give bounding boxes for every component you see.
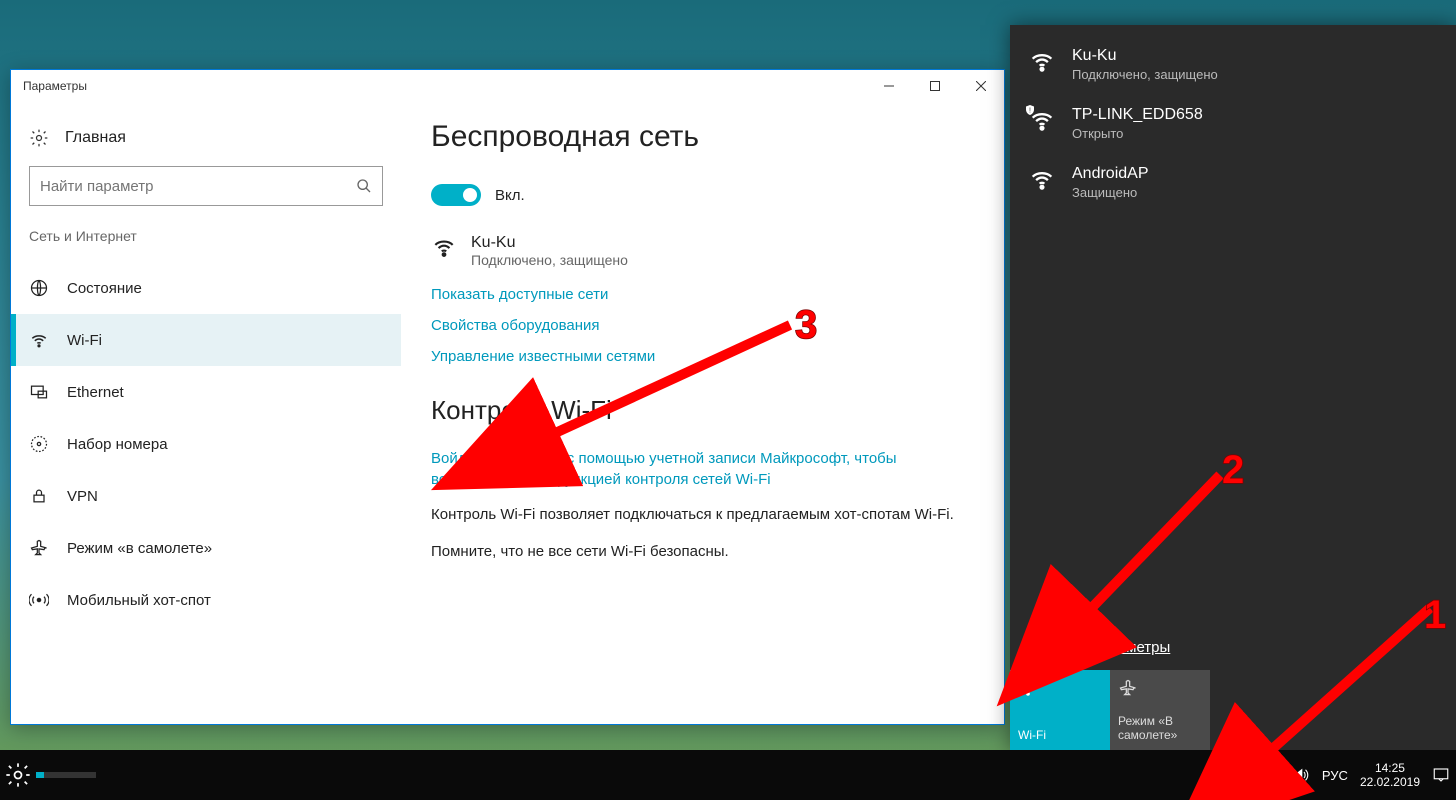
nav-label: Wi-Fi (67, 332, 102, 349)
wifi-icon (1028, 47, 1056, 75)
close-button[interactable] (958, 70, 1004, 102)
gear-icon (29, 128, 49, 148)
battery-icon[interactable] (1232, 766, 1250, 784)
network-settings-link[interactable]: Сетевые параметры (1010, 639, 1456, 670)
quick-action-tiles: Wi-Fi Режим «В самолете» (1010, 670, 1456, 750)
nav-dialup[interactable]: Набор номера (11, 418, 401, 470)
network-name: Ku-Ku (1072, 47, 1218, 65)
nav-airplane[interactable]: Режим «в самолете» (11, 522, 401, 574)
toggle-state-label: Вкл. (495, 187, 525, 204)
link-show-networks[interactable]: Показать доступные сети (431, 286, 974, 303)
wifi-open-icon: ! (1028, 106, 1056, 134)
airplane-icon (29, 538, 49, 558)
text-control2: Помните, что не все сети Wi-Fi безопасны… (431, 541, 974, 562)
settings-content: Беспроводная сеть Вкл. Ku-Ku Подключено,… (401, 102, 1004, 724)
search-icon (356, 178, 372, 194)
home-label: Главная (65, 129, 126, 147)
wifi-toggle[interactable] (431, 184, 481, 206)
nav-ethernet[interactable]: Ethernet (11, 366, 401, 418)
settings-sidebar: Главная Сеть и Интернет Состояние Wi-Fi … (11, 102, 401, 724)
globe-icon (29, 278, 49, 298)
network-item[interactable]: Ku-Ku Подключено, защищено (1010, 35, 1456, 94)
link-manage-known[interactable]: Управление известными сетями (431, 348, 974, 365)
taskbar-settings-icon[interactable] (4, 761, 32, 789)
network-item[interactable]: AndroidAP Защищено (1010, 153, 1456, 212)
nav-wifi[interactable]: Wi-Fi (11, 314, 401, 366)
nav-hotspot[interactable]: Мобильный хот-спот (11, 574, 401, 626)
window-title: Параметры (23, 79, 87, 93)
nav-label: Режим «в самолете» (67, 540, 212, 557)
minimize-button[interactable] (866, 70, 912, 102)
tile-label: Wi-Fi (1018, 728, 1102, 742)
search-input[interactable] (40, 178, 322, 195)
ethernet-icon (29, 382, 49, 402)
search-box[interactable] (29, 166, 383, 206)
text-control1: Контроль Wi-Fi позволяет подключаться к … (431, 504, 974, 525)
network-list: Ku-Ku Подключено, защищено ! TP-LINK_EDD6… (1010, 25, 1456, 639)
network-status: Подключено, защищено (1072, 67, 1218, 82)
link-signin[interactable]: Войдите в систему с помощью учетной запи… (431, 448, 974, 490)
vpn-icon (29, 486, 49, 506)
current-network-name: Ku-Ku (471, 234, 628, 252)
airplane-icon (1118, 678, 1138, 698)
section-header: Сеть и Интернет (11, 228, 401, 262)
wifi-icon (1018, 678, 1038, 698)
network-name: AndroidAP (1072, 165, 1149, 183)
nav-label: Ethernet (67, 384, 124, 401)
volume-icon[interactable] (1292, 766, 1310, 784)
link-hardware-props[interactable]: Свойства оборудования (431, 317, 974, 334)
nav-label: VPN (67, 488, 98, 505)
wifi-icon (29, 330, 49, 350)
clock-time: 14:25 (1360, 761, 1420, 775)
wifi-icon (1028, 165, 1056, 193)
wifi-tray-icon[interactable] (1262, 766, 1280, 784)
network-name: TP-LINK_EDD658 (1072, 106, 1203, 124)
warning-shield-icon: ! (1024, 104, 1036, 116)
tile-wifi[interactable]: Wi-Fi (1010, 670, 1110, 750)
nav-label: Набор номера (67, 436, 168, 453)
tile-label: Режим «В самолете» (1118, 714, 1202, 742)
nav-vpn[interactable]: VPN (11, 470, 401, 522)
titlebar: Параметры (11, 70, 1004, 102)
network-flyout: Ku-Ku Подключено, защищено ! TP-LINK_EDD6… (1010, 25, 1456, 750)
hotspot-icon (29, 590, 49, 610)
current-network-row[interactable]: Ku-Ku Подключено, защищено (431, 234, 974, 268)
network-status: Открыто (1072, 126, 1203, 141)
nav-label: Состояние (67, 280, 142, 297)
network-status: Защищено (1072, 185, 1149, 200)
taskbar: РУС 14:25 22.02.2019 (0, 750, 1456, 800)
tile-airplane[interactable]: Режим «В самолете» (1110, 670, 1210, 750)
maximize-button[interactable] (912, 70, 958, 102)
chevron-up-icon[interactable] (1202, 766, 1220, 784)
home-button[interactable]: Главная (11, 120, 401, 166)
dialup-icon (29, 434, 49, 454)
current-network-status: Подключено, защищено (471, 252, 628, 268)
language-indicator[interactable]: РУС (1322, 768, 1348, 783)
network-item[interactable]: ! TP-LINK_EDD658 Открыто (1010, 94, 1456, 153)
clock-date: 22.02.2019 (1360, 775, 1420, 789)
notifications-icon[interactable] (1432, 766, 1450, 784)
heading-control: Контроль Wi-Fi (431, 395, 974, 426)
taskbar-progress (36, 772, 96, 778)
settings-window: Параметры Главная Сеть и Интернет (10, 69, 1005, 725)
nav-label: Мобильный хот-спот (67, 592, 211, 609)
wifi-icon (431, 234, 457, 260)
svg-text:!: ! (1029, 108, 1031, 115)
heading-wireless: Беспроводная сеть (431, 120, 974, 154)
nav-status[interactable]: Состояние (11, 262, 401, 314)
taskbar-clock[interactable]: 14:25 22.02.2019 (1360, 761, 1420, 790)
